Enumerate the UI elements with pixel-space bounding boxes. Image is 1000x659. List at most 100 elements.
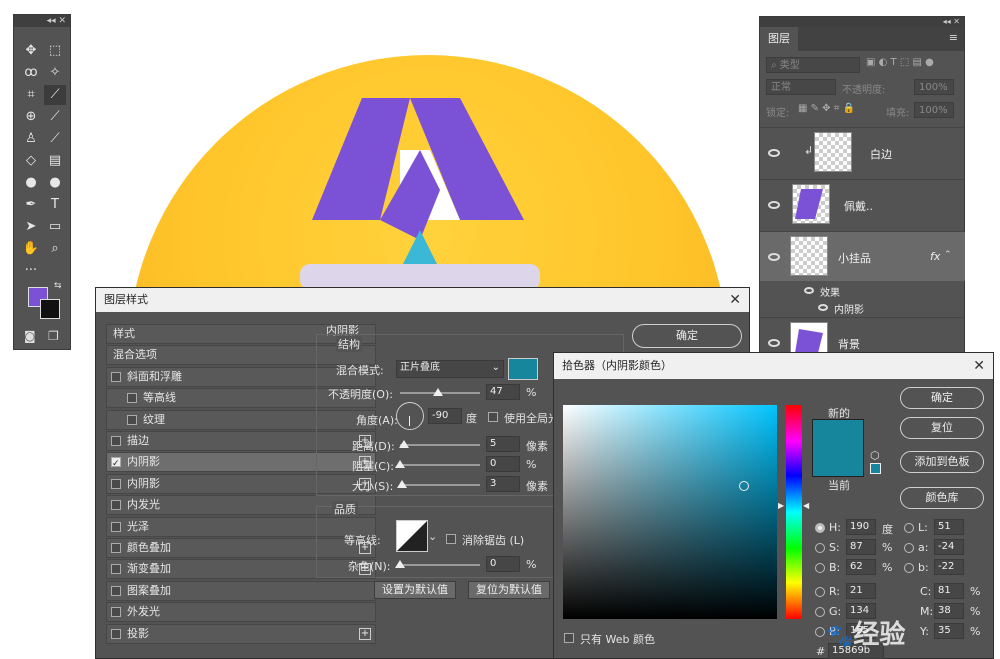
effect-checkbox[interactable] [111, 628, 121, 639]
eyedropper-tool-icon[interactable]: ⟋ [44, 85, 66, 105]
opacity-input[interactable]: 100% [914, 79, 954, 95]
rectangle-tool-icon[interactable]: ▭ [44, 217, 66, 237]
red-input[interactable]: 21 [846, 583, 876, 599]
crop-tool-icon[interactable]: ⌗ [20, 85, 42, 105]
quick-mask-icon[interactable]: ◙ [24, 329, 36, 343]
sidebar-item[interactable]: 投影 + [106, 623, 376, 644]
noise-slider-knob[interactable] [395, 560, 405, 568]
effects-row[interactable]: 效果 [760, 283, 965, 299]
eraser-tool-icon[interactable]: ◇ [20, 151, 42, 171]
lock-icons[interactable]: ▦ ✎ ✥ ⌗ 🔒 [798, 103, 855, 114]
history-brush-tool-icon[interactable]: ⟋ [44, 129, 66, 149]
hue-radio[interactable] [815, 523, 825, 533]
choke-slider[interactable] [400, 464, 480, 466]
noise-input[interactable]: 0 [486, 556, 520, 572]
choke-slider-knob[interactable] [395, 460, 405, 468]
ok-button[interactable]: 确定 [632, 324, 742, 348]
filter-icons[interactable]: ▣ ◐ T ⬚ ▤ ● [866, 57, 934, 68]
fx-icon[interactable]: fx [930, 250, 940, 263]
sidebar-item[interactable]: 图案叠加 [106, 580, 376, 601]
effect-checkbox[interactable] [111, 521, 121, 532]
effect-row[interactable]: 内阴影 [760, 299, 965, 317]
blue-radio[interactable] [815, 627, 825, 637]
close-icon[interactable]: ✕ [973, 353, 985, 379]
lab-b-input[interactable]: -22 [934, 559, 964, 575]
add-to-swatches-button[interactable]: 添加到色板 [900, 451, 984, 473]
contour-preview[interactable] [396, 520, 428, 552]
a-radio[interactable] [904, 543, 914, 553]
panel-menu-icon[interactable]: ≡ [949, 31, 958, 44]
effect-checkbox[interactable] [111, 478, 121, 489]
angle-dial[interactable] [396, 402, 424, 430]
effect-checkbox[interactable] [127, 393, 137, 404]
opacity-slider-knob[interactable] [432, 388, 443, 396]
red-radio[interactable] [815, 587, 825, 597]
effect-checkbox[interactable] [111, 543, 121, 553]
distance-slider-knob[interactable] [399, 440, 409, 448]
eye-icon[interactable] [818, 304, 828, 311]
lasso-tool-icon[interactable]: ꝏ [20, 63, 42, 83]
eye-icon[interactable] [768, 149, 780, 157]
close-icon[interactable]: ✕ [729, 288, 741, 312]
chevron-up-icon[interactable]: ⌃ [944, 250, 952, 260]
antialias-checkbox[interactable] [446, 534, 456, 544]
tab-layers[interactable]: 图层 [760, 27, 798, 51]
move-tool-icon[interactable]: ✥ [20, 41, 42, 61]
green-radio[interactable] [815, 607, 825, 617]
effect-checkbox[interactable] [111, 564, 121, 575]
size-slider-knob[interactable] [397, 480, 408, 488]
shadow-color-swatch[interactable] [508, 358, 538, 380]
opacity-input[interactable]: 47 [486, 384, 520, 400]
web-safe-swatch[interactable] [870, 463, 881, 474]
saturation-brightness-field[interactable] [563, 405, 777, 619]
color-libraries-button[interactable]: 颜色库 [900, 487, 984, 509]
screen-mode-icon[interactable]: ❐ [48, 329, 59, 343]
patch-tool-icon[interactable]: ⊕ [20, 107, 42, 127]
fill-input[interactable]: 100% [914, 102, 954, 118]
swap-colors-icon[interactable]: ⇆ [54, 281, 62, 291]
set-default-button[interactable]: 设置为默认值 [374, 581, 456, 599]
a-input[interactable]: -24 [934, 539, 964, 555]
saturation-radio[interactable] [815, 543, 825, 553]
magic-wand-tool-icon[interactable]: ✧ [44, 63, 66, 83]
brightness-input[interactable]: 62 [846, 559, 876, 575]
brush-tool-icon[interactable]: ⟋ [44, 107, 66, 127]
stamp-tool-icon[interactable]: ♙ [20, 129, 42, 149]
eye-icon[interactable] [768, 201, 780, 209]
angle-input[interactable]: -90 [428, 408, 462, 424]
layer-row-selected[interactable]: 小挂品 fx ⌃ [760, 231, 965, 281]
effect-checkbox[interactable] [111, 455, 121, 473]
size-input[interactable]: 3 [486, 476, 520, 492]
sidebar-item[interactable]: 外发光 [106, 602, 376, 623]
web-only-checkbox[interactable] [564, 633, 574, 643]
gradient-tool-icon[interactable]: ▤ [44, 151, 66, 171]
l-input[interactable]: 51 [934, 519, 964, 535]
brightness-radio[interactable] [815, 563, 825, 573]
type-tool-icon[interactable]: T [44, 195, 66, 215]
eye-icon[interactable] [768, 253, 780, 261]
hue-slider[interactable] [786, 405, 802, 619]
distance-slider[interactable] [400, 444, 480, 446]
cube-icon[interactable]: ⬡ [870, 449, 880, 462]
reset-button[interactable]: 复位 [900, 417, 984, 439]
marquee-tool-icon[interactable]: ⬚ [44, 41, 66, 61]
lab-b-radio[interactable] [904, 563, 914, 573]
effect-checkbox[interactable] [111, 436, 121, 446]
distance-input[interactable]: 5 [486, 436, 520, 452]
layer-row[interactable]: ↲ 白边 [760, 127, 965, 177]
chevron-down-icon[interactable]: ⌄ [428, 530, 437, 543]
path-select-tool-icon[interactable]: ➤ [20, 217, 42, 237]
layer-filter-search[interactable]: ⌕ 类型 [766, 57, 860, 73]
blend-mode-select[interactable]: 正片叠底 ⌄ [396, 360, 504, 378]
zoom-tool-icon[interactable]: ⌕ [44, 239, 66, 259]
effect-checkbox[interactable] [111, 371, 121, 382]
dodge-tool-icon[interactable]: ● [44, 173, 66, 193]
background-color-swatch[interactable] [40, 299, 60, 319]
ok-button[interactable]: 确定 [900, 387, 984, 409]
size-slider[interactable] [400, 484, 480, 486]
hand-tool-icon[interactable]: ✋ [20, 239, 42, 259]
layer-row[interactable]: 佩戴.. [760, 179, 965, 229]
pen-tool-icon[interactable]: ✒ [20, 195, 42, 215]
effect-checkbox[interactable] [111, 500, 121, 511]
blur-tool-icon[interactable]: ● [20, 173, 42, 193]
